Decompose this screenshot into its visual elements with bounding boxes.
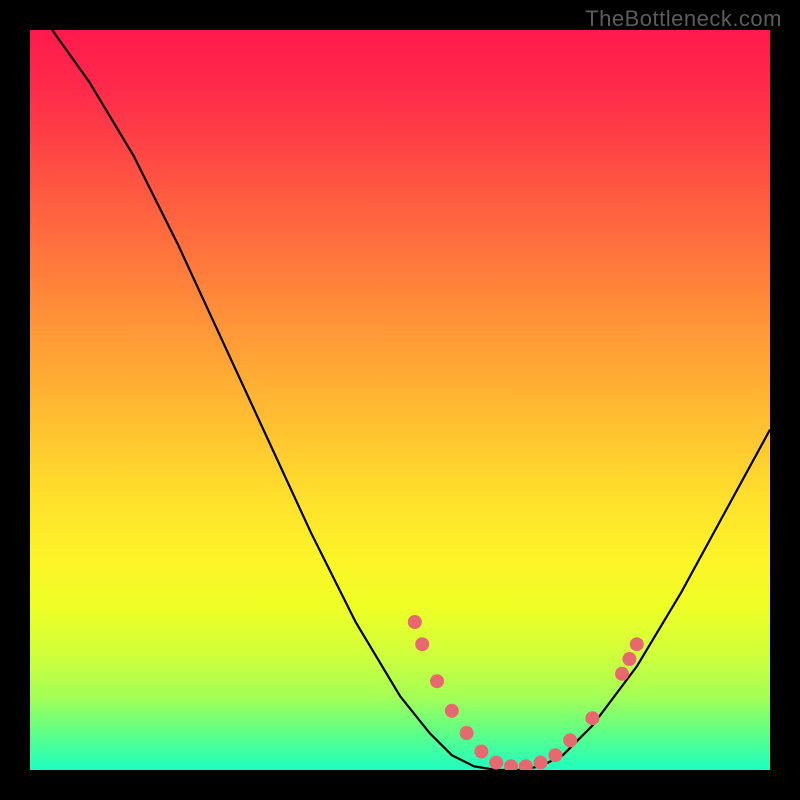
chart-plot-area [30,30,770,770]
data-dot [408,615,422,629]
data-dot [415,637,429,651]
data-dot [622,652,636,666]
data-dot [548,748,562,762]
data-dot [519,759,533,770]
data-dot [534,756,548,770]
data-dot [474,745,488,759]
data-dot [585,711,599,725]
data-dot [489,756,503,770]
data-dot [615,667,629,681]
bottleneck-curve [52,30,770,770]
data-dots-group [408,615,644,770]
data-dot [504,759,518,770]
chart-svg [30,30,770,770]
data-dot [460,726,474,740]
data-dot [445,704,459,718]
data-dot [430,674,444,688]
watermark-text: TheBottleneck.com [585,6,782,32]
data-dot [630,637,644,651]
data-dot [563,733,577,747]
